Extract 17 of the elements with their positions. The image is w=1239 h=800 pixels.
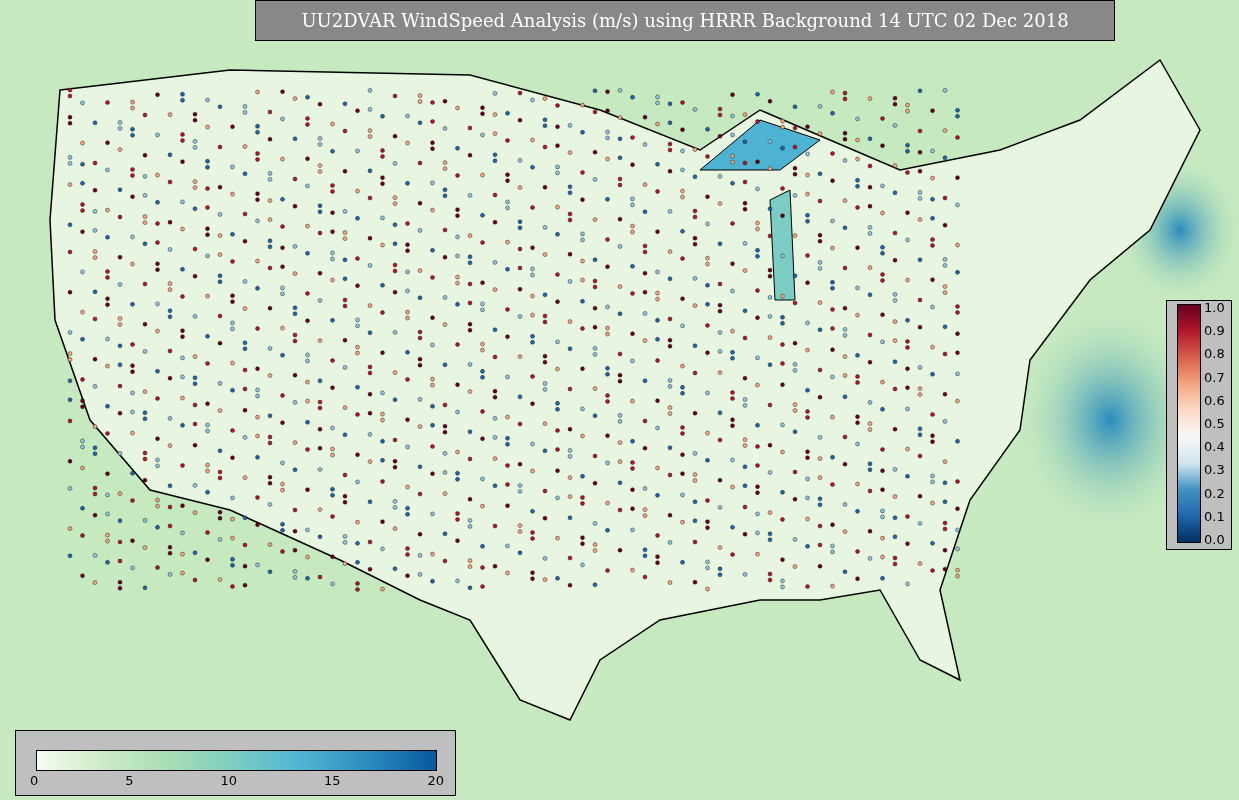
tick-label: 0.7 bbox=[1204, 370, 1225, 384]
tick-label: 0.2 bbox=[1204, 486, 1225, 500]
tick-label: 10 bbox=[220, 774, 237, 788]
tick-label: 0.8 bbox=[1204, 347, 1225, 361]
map-title: UU2DVAR WindSpeed Analysis (m/s) using HRRR Background 14 UTC 02 Dec 2018 bbox=[255, 0, 1115, 41]
tick-label: 0.5 bbox=[1204, 416, 1225, 430]
tick-label: 0.1 bbox=[1204, 509, 1225, 523]
tick-label: 0.9 bbox=[1204, 324, 1225, 338]
tick-label: 1.0 bbox=[1204, 301, 1225, 314]
tick-label: 0.3 bbox=[1204, 463, 1225, 477]
tick-label: 15 bbox=[323, 774, 341, 788]
tick-label: 0.6 bbox=[1204, 393, 1225, 407]
tick-label: 5 bbox=[125, 774, 134, 788]
tick-label: 0.4 bbox=[1204, 440, 1225, 454]
tick-label: 0 bbox=[30, 774, 39, 788]
tick-label: 0.0 bbox=[1204, 532, 1225, 546]
tick-label: 20 bbox=[427, 774, 444, 788]
